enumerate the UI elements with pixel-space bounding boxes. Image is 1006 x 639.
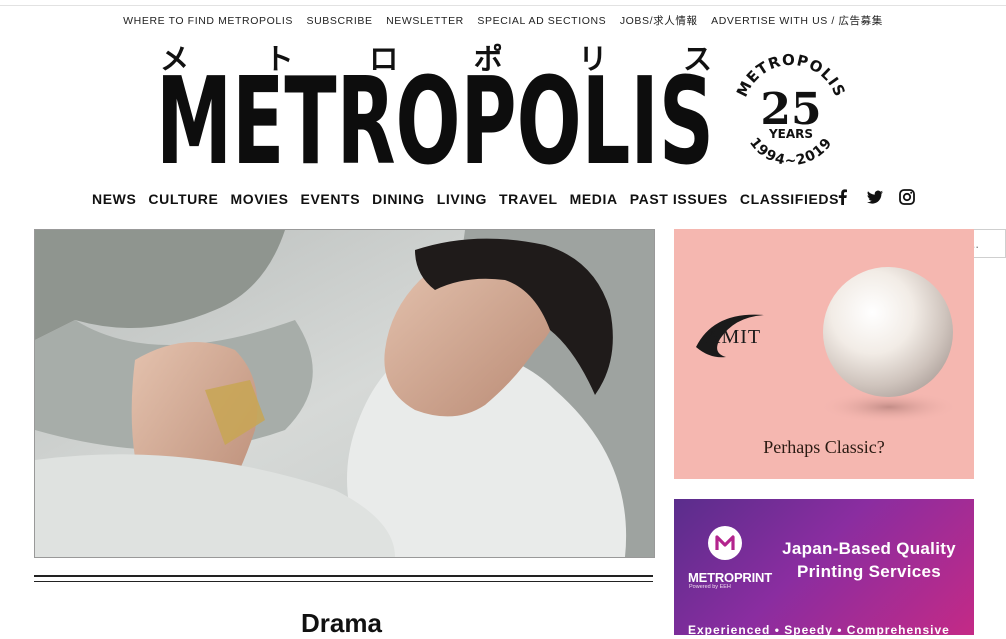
top-divider	[0, 5, 1006, 6]
nav-item-movies[interactable]: MOVIES	[230, 190, 288, 208]
nav-item-travel[interactable]: TRAVEL	[499, 190, 558, 208]
nav-item-dining[interactable]: DINING	[372, 190, 425, 208]
nav-item-living[interactable]: LIVING	[437, 190, 487, 208]
metroprint-headline: Japan-Based Quality Printing Services	[774, 537, 964, 583]
nav-item-news[interactable]: NEWS	[92, 190, 136, 208]
nav-item-culture[interactable]: CULTURE	[148, 190, 218, 208]
site-logo[interactable]: METROPOLIS	[156, 66, 716, 168]
twitter-icon[interactable]	[866, 188, 884, 206]
featured-image[interactable]	[34, 229, 655, 558]
metroprint-brand: METROPRINT	[688, 570, 772, 585]
metroprint-tags: Experienced • Speedy • Comprehensive	[688, 623, 950, 635]
pearl-ad-tagline: Perhaps Classic?	[763, 437, 885, 457]
metroprint-subbrand: Powered by EEH	[689, 584, 731, 590]
social-links	[834, 188, 916, 206]
amit-logo: AMIT	[706, 326, 762, 348]
nav-item-media[interactable]: MEDIA	[570, 190, 618, 208]
pearl-ad[interactable]: AMIT Perhaps Classic?	[674, 229, 974, 479]
utility-link-newsletter[interactable]: NEWSLETTER	[386, 15, 464, 27]
nav-item-classifieds[interactable]: CLASSIFIEDS	[740, 190, 839, 208]
utility-link-advertise[interactable]: ADVERTISE WITH US / 広告募集	[711, 15, 883, 27]
badge-years: YEARS	[768, 127, 813, 141]
site-logo-text: METROPOLIS	[156, 66, 714, 168]
metroprint-headline-line-2: Printing Services	[797, 562, 941, 581]
featured-photo-illustration	[35, 230, 654, 557]
instagram-icon[interactable]	[898, 188, 916, 206]
section-divider	[34, 575, 653, 582]
utility-link-where-to-find[interactable]: WHERE TO FIND METROPOLIS	[123, 15, 293, 27]
nav-item-past-issues[interactable]: PAST ISSUES	[630, 190, 728, 208]
category-title: Drama	[301, 608, 382, 638]
metroprint-logo-icon	[708, 526, 742, 560]
metroprint-headline-line-1: Japan-Based Quality	[782, 539, 956, 558]
anniversary-badge: METROPOLIS 25 YEARS 1994~2019	[733, 51, 848, 169]
utility-link-subscribe[interactable]: SUBSCRIBE	[306, 15, 372, 27]
metroprint-ad[interactable]: METROPRINT Powered by EEH Japan-Based Qu…	[674, 499, 974, 635]
utility-link-special-ad-sections[interactable]: SPECIAL AD SECTIONS	[477, 15, 606, 27]
utility-nav: WHERE TO FIND METROPOLIS SUBSCRIBE NEWSL…	[0, 13, 1006, 28]
facebook-icon[interactable]	[834, 188, 852, 206]
utility-link-jobs[interactable]: JOBS/求人情報	[620, 15, 698, 27]
nav-item-events[interactable]: EVENTS	[301, 190, 361, 208]
